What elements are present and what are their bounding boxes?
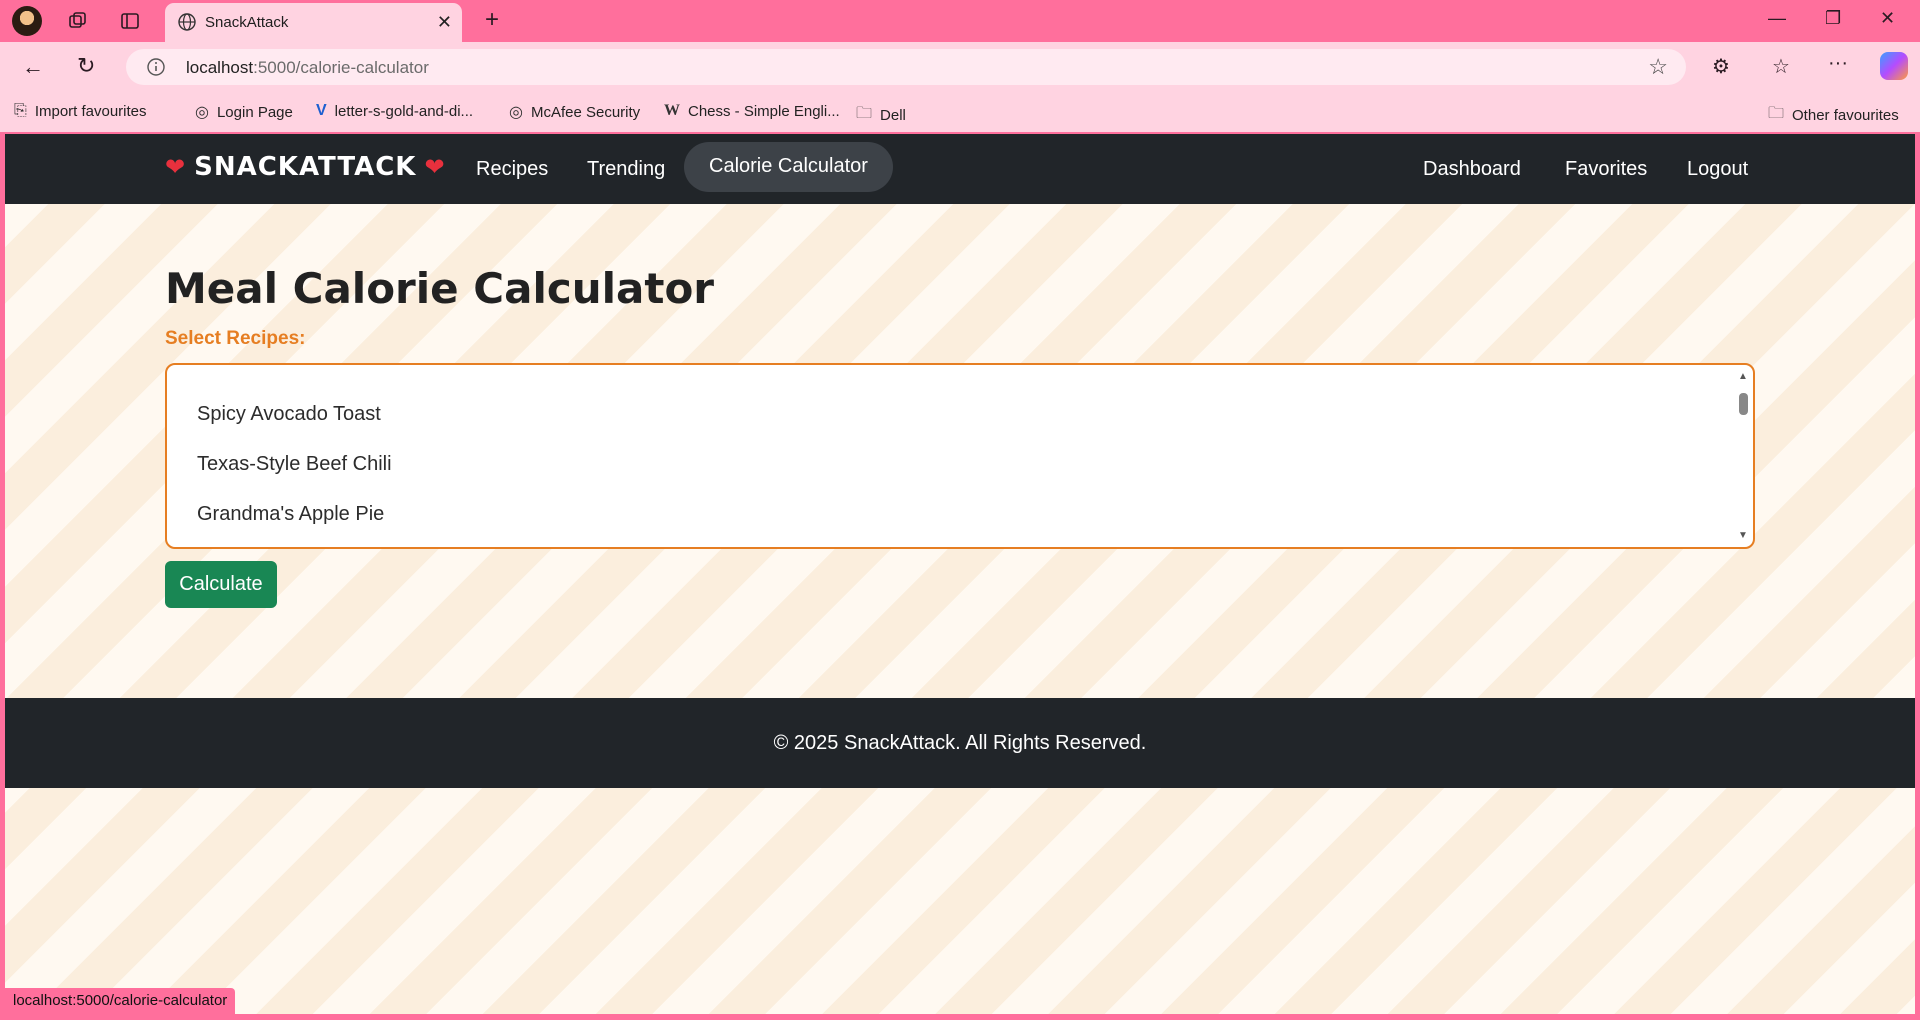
close-tab-icon[interactable]: ✕ <box>437 12 452 33</box>
extensions-icon[interactable]: ⚙ <box>1712 54 1730 79</box>
nav-dashboard[interactable]: Dashboard <box>1423 158 1521 181</box>
refresh-icon[interactable]: ↻ <box>77 53 95 79</box>
bookmark-label: Other favourites <box>1792 107 1899 124</box>
calculate-button[interactable]: Calculate <box>165 561 277 608</box>
url-field[interactable]: localhost:5000/calorie-calculator ☆ <box>126 49 1686 85</box>
status-bar-url: localhost:5000/calorie-calculator <box>5 988 236 1014</box>
folder-icon: 🗀 <box>856 105 873 122</box>
heart-icon: ❤ <box>165 153 187 181</box>
bookmark-import-favourites[interactable]: ⎘ Import favourites <box>14 102 147 120</box>
bookmark-label: Dell <box>880 107 906 124</box>
url-host: localhost <box>186 58 254 77</box>
bookmark-mcafee[interactable]: ◎ McAfee Security <box>509 102 640 122</box>
favorite-star-icon[interactable]: ☆ <box>1648 54 1668 80</box>
nav-favorites[interactable]: Favorites <box>1565 158 1647 181</box>
copilot-icon[interactable] <box>1880 52 1908 80</box>
bookmark-label: Login Page <box>216 103 293 121</box>
site-navbar: ❤ SNACKATTACK ❤ Recipes Trending Calorie… <box>5 134 1915 204</box>
import-icon: ⎘ <box>14 102 27 119</box>
folder-icon: 🗀 <box>1768 105 1785 122</box>
globe-icon: ◎ <box>195 104 209 121</box>
profile-avatar[interactable] <box>12 6 42 36</box>
bookmark-label: Import favourites <box>34 102 147 120</box>
recipe-option[interactable]: Spicy Avocado Toast <box>167 389 1753 439</box>
bookmark-label: Chess - Simple Engli... <box>688 102 840 120</box>
browser-tab-bar: SnackAttack ✕ + — ❐ ✕ <box>0 0 1920 42</box>
site-info-icon[interactable] <box>146 57 166 82</box>
globe-icon: ◎ <box>509 104 523 121</box>
bookmark-label: McAfee Security <box>530 103 641 121</box>
scroll-down-icon[interactable]: ▼ <box>1738 530 1748 541</box>
bookmark-letter-s[interactable]: V letter-s-gold-and-di... <box>316 102 473 120</box>
restore-icon[interactable]: ❐ <box>1825 8 1841 29</box>
tab-title: SnackAttack <box>205 14 289 31</box>
url-path: :5000/calorie-calculator <box>253 58 429 77</box>
recipe-option[interactable]: Grandma's Apple Pie <box>167 489 1753 539</box>
bookmark-dell[interactable]: 🗀 Dell <box>856 102 906 129</box>
address-bar-row: ← ↻ localhost:5000/calorie-calculator ☆ … <box>0 42 1920 92</box>
brand-name: SNACKATTACK <box>194 152 417 182</box>
page-viewport: ❤ SNACKATTACK ❤ Recipes Trending Calorie… <box>5 134 1915 1014</box>
scroll-thumb[interactable] <box>1739 393 1748 415</box>
listbox-scrollbar[interactable]: ▲ ▼ <box>1735 365 1753 547</box>
nav-calorie-calculator[interactable]: Calorie Calculator <box>684 142 893 192</box>
active-tab[interactable]: SnackAttack ✕ <box>165 3 462 42</box>
url-text: localhost:5000/calorie-calculator <box>186 58 429 78</box>
bookmark-other-favourites[interactable]: 🗀 Other favourites <box>1768 102 1899 129</box>
page-title: Meal Calorie Calculator <box>165 264 715 313</box>
bookmark-chess[interactable]: W Chess - Simple Engli... <box>664 102 840 120</box>
globe-icon <box>177 12 197 37</box>
brand-logo[interactable]: ❤ SNACKATTACK ❤ <box>165 152 446 182</box>
select-recipes-label: Select Recipes: <box>165 328 306 349</box>
back-icon[interactable]: ← <box>22 54 44 80</box>
wikipedia-icon: W <box>664 102 680 119</box>
recipe-multiselect[interactable]: Spicy Avocado Toast Texas-Style Beef Chi… <box>165 363 1755 549</box>
nav-logout[interactable]: Logout <box>1687 158 1748 181</box>
nav-recipes[interactable]: Recipes <box>476 158 548 181</box>
v-logo-icon: V <box>316 102 327 119</box>
new-tab-icon[interactable]: + <box>480 6 504 33</box>
bookmark-label: letter-s-gold-and-di... <box>334 102 474 120</box>
workspaces-icon[interactable] <box>66 10 90 32</box>
heart-icon: ❤ <box>424 153 446 181</box>
vertical-tabs-icon[interactable] <box>118 10 142 32</box>
bookmark-login-page[interactable]: ◎ Login Page <box>195 102 293 122</box>
nav-trending[interactable]: Trending <box>587 158 665 181</box>
more-options-icon[interactable]: ··· <box>1828 52 1848 75</box>
minimize-icon[interactable]: — <box>1768 8 1786 29</box>
bookmarks-bar: ⎘ Import favourites ◎ Login Page V lette… <box>0 92 1920 132</box>
close-window-icon[interactable]: ✕ <box>1880 8 1895 29</box>
recipe-option[interactable]: Texas-Style Beef Chili <box>167 439 1753 489</box>
favorites-icon[interactable]: ☆ <box>1772 54 1790 79</box>
footer-copyright: © 2025 SnackAttack. All Rights Reserved. <box>773 732 1147 754</box>
scroll-up-icon[interactable]: ▲ <box>1738 371 1748 382</box>
site-footer: © 2025 SnackAttack. All Rights Reserved. <box>5 698 1915 788</box>
